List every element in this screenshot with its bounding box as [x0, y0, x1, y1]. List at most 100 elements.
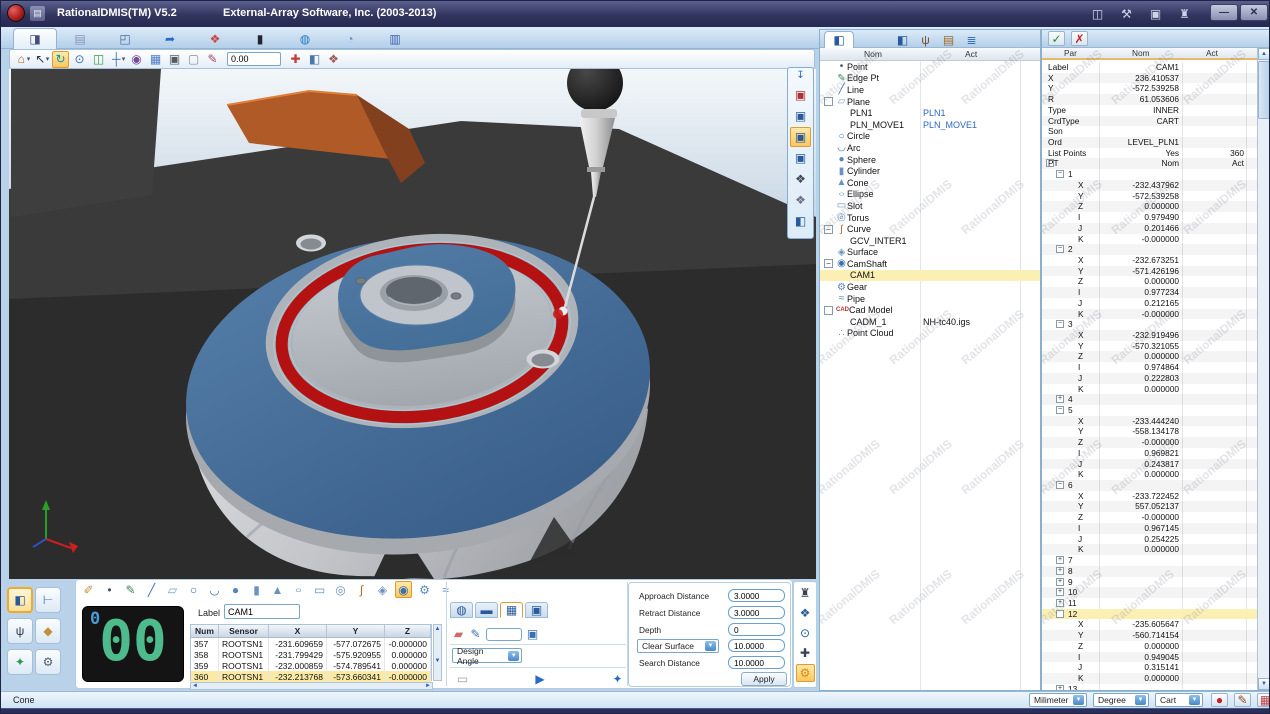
property-row[interactable]: PTNomAct	[1042, 158, 1258, 169]
surface-button[interactable]: ◈	[374, 581, 391, 598]
property-row[interactable]: 12	[1042, 609, 1258, 620]
property-row[interactable]: I0.969821	[1042, 448, 1258, 459]
cad-pick-point-button[interactable]: ▣	[790, 106, 811, 126]
pick-cube-button[interactable]: ◧	[306, 51, 323, 68]
expander-icon[interactable]: −	[1056, 481, 1064, 489]
grid-icon-button[interactable]: ▦	[1257, 693, 1270, 707]
tools-icon-button[interactable]: ⚒	[1118, 5, 1135, 22]
pin-icon[interactable]: ↧	[796, 70, 804, 84]
expander-icon[interactable]	[824, 97, 833, 106]
tree-item-pipe[interactable]: ≈Pipe	[820, 293, 1040, 305]
screen-tab-button[interactable]: ▣	[525, 602, 548, 618]
expander-icon[interactable]: −	[1056, 170, 1064, 178]
feature-label-input[interactable]	[224, 604, 300, 619]
clear-surface-input[interactable]	[728, 639, 785, 652]
expander-icon[interactable]: +	[1056, 567, 1064, 575]
tree-item-point[interactable]: •Point	[820, 61, 1040, 73]
minimize-button[interactable]: —	[1210, 4, 1238, 21]
expander-icon[interactable]: −	[1056, 406, 1064, 414]
tree-item-arc[interactable]: ◡Arc	[820, 142, 1040, 154]
property-row[interactable]: I0.977234	[1042, 287, 1258, 298]
expander-icon[interactable]: +	[1056, 588, 1064, 596]
tab-display[interactable]: ▥	[373, 28, 417, 49]
tree-item-cam1[interactable]: CAM1	[820, 270, 1040, 282]
tab-appearance[interactable]: ❖	[193, 28, 237, 49]
sensor-tab-button[interactable]: ◍	[450, 602, 473, 618]
table-col-y[interactable]: Y	[327, 625, 385, 637]
devices-icon-button[interactable]: ◫	[1089, 5, 1106, 22]
tab-history[interactable]: ◔	[328, 28, 372, 49]
property-row[interactable]: I0.949045	[1042, 652, 1258, 663]
property-row[interactable]: K0.000000	[1042, 469, 1258, 480]
probe-mode-button[interactable]: ψ	[7, 618, 33, 644]
plane-button[interactable]: ▱	[164, 581, 181, 598]
delete-x-button[interactable]: ✗	[1071, 31, 1088, 46]
tree-item-camshaft[interactable]: −◉CamShaft	[820, 258, 1040, 270]
apply-check-button[interactable]: ✓	[1048, 31, 1065, 46]
arc-button[interactable]: ◡	[206, 581, 223, 598]
cnc-axis-button[interactable]: ┼▾	[109, 51, 126, 68]
home-button[interactable]: ⌂▾	[14, 51, 31, 68]
point-button[interactable]: •	[101, 581, 118, 598]
probe-y-button[interactable]: ψ	[917, 31, 934, 48]
property-row[interactable]: J0.212165	[1042, 298, 1258, 309]
ellipse-button[interactable]: ○	[290, 581, 307, 598]
property-row[interactable]: Z0.000000	[1042, 276, 1258, 287]
zoom-search-button[interactable]: ⊙	[796, 624, 815, 642]
property-row[interactable]: List PointsYes360	[1042, 148, 1258, 159]
clear-surface-dropdown[interactable]: Clear Surface▼	[637, 639, 719, 653]
property-row[interactable]: Son	[1042, 126, 1258, 137]
fixture-mode-button[interactable]: ⊢	[35, 587, 61, 613]
slot-button[interactable]: ▭	[311, 581, 328, 598]
search-distance-input[interactable]	[728, 656, 785, 669]
property-row[interactable]: Y-572.539258	[1042, 191, 1258, 202]
expander-icon[interactable]: +	[1056, 578, 1064, 586]
property-row[interactable]: X-232.437962	[1042, 180, 1258, 191]
tree-item-cylinder[interactable]: ▮Cylinder	[820, 165, 1040, 177]
retract-distance-input[interactable]	[728, 606, 785, 619]
property-row[interactable]: Z-0.000000	[1042, 437, 1258, 448]
tree-item-sphere[interactable]: ●Sphere	[820, 154, 1040, 166]
property-row[interactable]: J0.315141	[1042, 662, 1258, 673]
alignment-mode-button[interactable]: ✦	[7, 649, 33, 675]
tab-document[interactable]: ▤	[58, 28, 102, 49]
sensor-name-input[interactable]	[486, 628, 522, 641]
probe-add-button[interactable]: ✦	[609, 670, 626, 687]
expander-icon[interactable]: +	[1056, 599, 1064, 607]
toolbox-button[interactable]: ▤	[940, 31, 957, 48]
pick-color-button[interactable]: ✎	[204, 51, 221, 68]
circle-button[interactable]: ○	[185, 581, 202, 598]
zoom-region-button[interactable]: ⊙	[71, 51, 88, 68]
tree-item-cone[interactable]: ▲Cone	[820, 177, 1040, 189]
table-vscrollbar[interactable]: ▲▼	[433, 624, 442, 681]
angle-tool-button[interactable]: ▭	[454, 670, 471, 687]
tab-window[interactable]: ◰	[103, 28, 147, 49]
property-row[interactable]: −1	[1042, 169, 1258, 180]
property-row[interactable]: Y-572.539258	[1042, 83, 1258, 94]
tree-item-gear[interactable]: ⚙Gear	[820, 281, 1040, 293]
property-row[interactable]: Y-571.426196	[1042, 266, 1258, 277]
tolerance-input[interactable]	[227, 52, 281, 66]
tree-item-line[interactable]: ╱Line	[820, 84, 1040, 96]
tab-network[interactable]: ◍	[283, 28, 327, 49]
property-row[interactable]: Y-570.321055	[1042, 341, 1258, 352]
property-row[interactable]: +13	[1042, 684, 1258, 691]
3d-viewport[interactable]	[9, 69, 816, 579]
cylinder-button[interactable]: ▮	[248, 581, 265, 598]
probe-angle-button[interactable]: ✐	[80, 581, 97, 598]
property-row[interactable]: −6	[1042, 480, 1258, 491]
orbit-button[interactable]: ↻	[52, 51, 69, 68]
scroll-up-icon[interactable]: ▲	[1258, 48, 1270, 60]
scroll-down-icon[interactable]: ▼	[1258, 678, 1270, 690]
monitor-icon-button[interactable]: ▣	[1147, 5, 1164, 22]
tree-item-plane[interactable]: ▱Plane	[820, 96, 1040, 108]
property-row[interactable]: X-233.722452	[1042, 491, 1258, 502]
filter-button[interactable]: ≣	[963, 31, 980, 48]
probe-touch-button[interactable]: ✚	[796, 644, 815, 662]
probe-view-button[interactable]: ❖	[796, 604, 815, 622]
line-button[interactable]: ╱	[143, 581, 160, 598]
tab-stylus[interactable]: ▮	[238, 28, 282, 49]
machine-mode-button[interactable]: ⚙	[35, 649, 61, 675]
tree-item-surface[interactable]: ◈Surface	[820, 247, 1040, 259]
table-col-num[interactable]: Num	[191, 625, 219, 637]
